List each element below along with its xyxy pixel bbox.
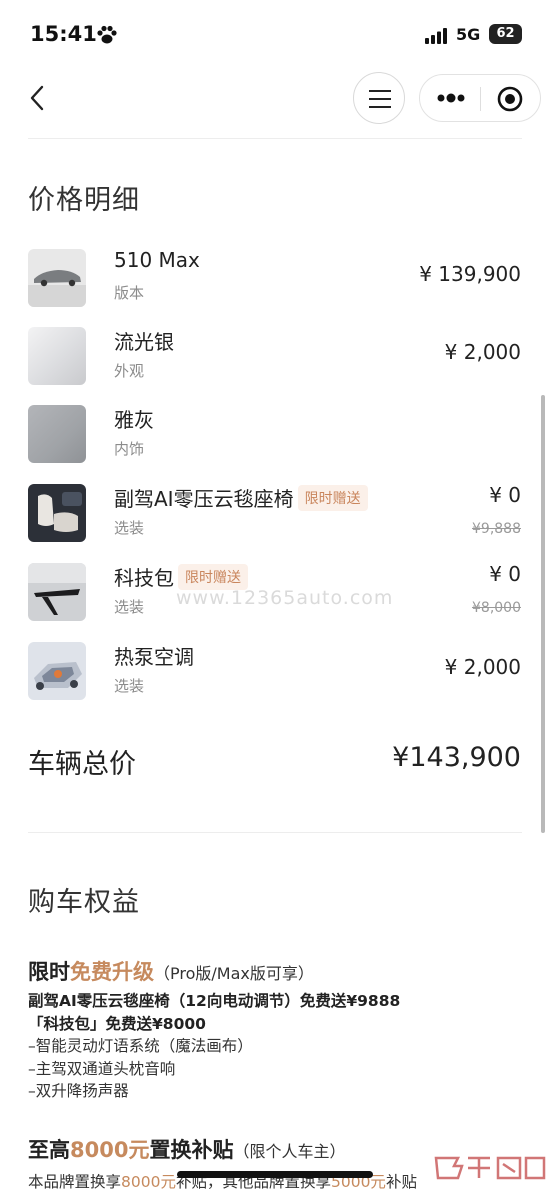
close-target-icon[interactable] (496, 85, 524, 113)
page-title: 价格明细 (28, 185, 140, 216)
item-category: 选装 (114, 598, 145, 616)
upgrade-line-seat: 副驾AI零压云毯座椅（12向电动调节）免费送¥9888 (28, 992, 401, 1010)
more-icon[interactable] (436, 92, 466, 104)
total-label: 车辆总价 (28, 749, 136, 780)
price-item-heat-pump: 热泵空调 选装 ¥ 2,000 (0, 641, 550, 713)
item-price: ¥ 2,000 (444, 340, 521, 364)
car-thumbnail (28, 249, 86, 307)
price-item-version: 510 Max 版本 ¥ 139,900 (0, 248, 550, 320)
item-category: 选装 (114, 519, 145, 537)
upgrade-line-speaker: –双升降扬声器 (28, 1082, 129, 1100)
header-divider (28, 138, 522, 139)
heat-pump-thumbnail (28, 642, 86, 700)
item-category: 内饰 (114, 440, 145, 458)
item-name: 副驾AI零压云毯座椅 限时赠送 (114, 483, 368, 512)
item-price: ¥ 0 (489, 483, 521, 507)
hamburger-icon (369, 90, 391, 108)
item-category: 选装 (114, 677, 145, 695)
upgrade-heading: 限时免费升级（Pro版/Max版可享） (28, 960, 314, 984)
capsule-divider (480, 87, 481, 111)
battery-icon: 62 (489, 24, 522, 44)
item-name: 热泵空调 (114, 645, 194, 669)
benefits-title: 购车权益 (28, 887, 140, 918)
price-item-interior: 雅灰 内饰 (0, 404, 550, 476)
scrollbar[interactable] (541, 395, 545, 833)
item-category: 外观 (114, 362, 145, 380)
network-type: 5G (456, 25, 481, 44)
seat-thumbnail (28, 484, 86, 542)
tech-pack-thumbnail (28, 563, 86, 621)
item-price: ¥ 0 (489, 562, 521, 586)
menu-button[interactable] (353, 72, 405, 124)
status-bar: 15:41 5G 62 (0, 0, 550, 70)
price-item-exterior: 流光银 外观 ¥ 2,000 (0, 326, 550, 398)
watermark-logo (430, 1152, 548, 1188)
item-name: 雅灰 (114, 408, 154, 432)
paw-icon (97, 25, 117, 44)
home-indicator[interactable] (177, 1171, 373, 1178)
section-divider (28, 832, 522, 833)
item-original-price: ¥9,888 (472, 521, 521, 537)
color-swatch-silver (28, 327, 86, 385)
item-price: ¥ 2,000 (444, 655, 521, 679)
total-price: ¥143,900 (392, 742, 521, 773)
item-original-price: ¥8,000 (472, 600, 521, 616)
promo-tag: 限时赠送 (297, 485, 368, 511)
miniapp-capsule (419, 74, 541, 122)
tradein-heading: 至高8000元置换补贴（限个人车主） (28, 1138, 346, 1162)
upgrade-line-audio: –主驾双通道头枕音响 (28, 1060, 176, 1078)
color-swatch-gray (28, 405, 86, 463)
item-price: ¥ 139,900 (419, 262, 521, 286)
upgrade-line-tech: 「科技包」免费送¥8000 (28, 1015, 206, 1033)
back-icon[interactable] (28, 84, 48, 112)
watermark-text: www.12365auto.com (176, 587, 394, 609)
signal-icon (425, 28, 447, 44)
upgrade-line-lights: –智能灵动灯语系统（魔法画布） (28, 1037, 253, 1055)
item-name: 流光银 (114, 330, 174, 354)
item-name: 510 Max (114, 248, 200, 272)
item-category: 版本 (114, 284, 145, 302)
price-item-seat: 副驾AI零压云毯座椅 限时赠送 选装 ¥ 0 ¥9,888 (0, 483, 550, 555)
status-time: 15:41 (30, 22, 97, 46)
